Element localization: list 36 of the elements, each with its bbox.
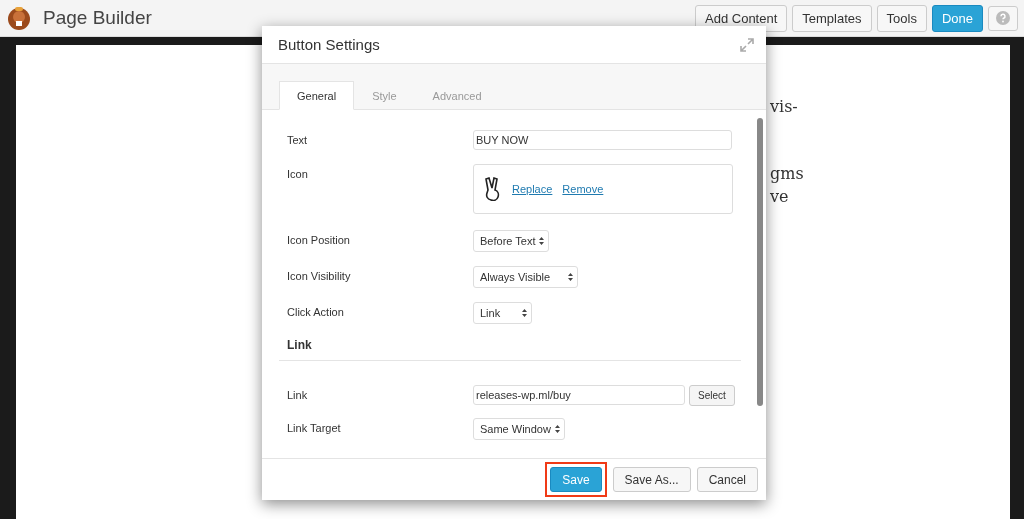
- select-dropdown[interactable]: Link: [473, 302, 533, 324]
- app-title: Page Builder: [43, 7, 153, 29]
- select-dropdown[interactable]: Same Window: [473, 418, 565, 440]
- text-input[interactable]: BUY NOW: [473, 130, 732, 150]
- scrollbar[interactable]: [757, 118, 763, 406]
- select-arrows-icon: [568, 273, 574, 281]
- expand-icon[interactable]: [740, 37, 754, 52]
- section-heading: Link: [287, 338, 312, 352]
- peace-hand-icon: [484, 177, 502, 201]
- field-label: Icon Visibility: [287, 269, 352, 282]
- select-dropdown[interactable]: Always Visible: [473, 266, 579, 288]
- select-button[interactable]: Select: [689, 385, 735, 406]
- toolbar-button[interactable]: Tools: [876, 4, 927, 32]
- page-text: vis-: [770, 97, 799, 116]
- help-button[interactable]: [988, 5, 1018, 31]
- field-label: Icon Position: [287, 233, 351, 246]
- dialog-button[interactable]: Save As...: [612, 467, 691, 492]
- field-label: Link Target: [287, 421, 342, 434]
- page-text: gms: [770, 164, 805, 183]
- toolbar-button[interactable]: Templates: [792, 4, 872, 32]
- field-label: Click Action: [287, 305, 345, 318]
- question-icon: [996, 11, 1010, 25]
- dialog-button[interactable]: Cancel: [696, 467, 758, 492]
- link-input[interactable]: releases-wp.ml/buy: [473, 385, 685, 405]
- select-arrows-icon: [539, 237, 545, 245]
- dialog-title: Button Settings: [278, 36, 380, 53]
- field-label: Link: [287, 388, 309, 401]
- page-text: ve: [770, 187, 790, 206]
- select-arrows-icon: [554, 425, 560, 433]
- field-label: Icon: [287, 167, 309, 180]
- icon-link[interactable]: Replace: [512, 183, 553, 195]
- select-dropdown[interactable]: Before Text: [473, 230, 550, 252]
- field-label: Text: [287, 133, 309, 146]
- select-arrows-icon: [522, 309, 528, 317]
- icon-link[interactable]: Remove: [562, 183, 604, 195]
- settings-tab[interactable]: General: [279, 81, 355, 110]
